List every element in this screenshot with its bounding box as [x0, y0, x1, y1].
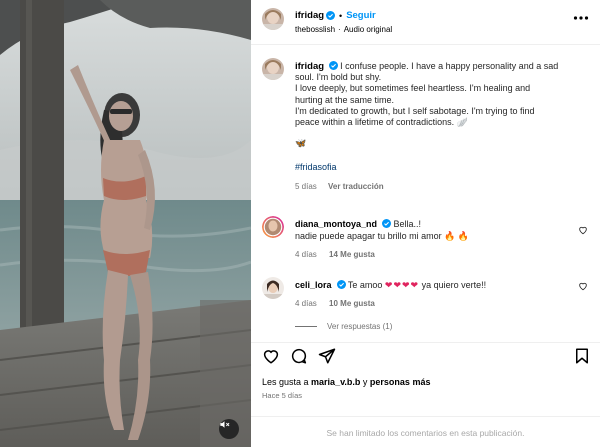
commenter-avatar[interactable]	[262, 216, 284, 238]
view-replies-label: Ver respuestas (1)	[327, 322, 393, 331]
likes-summary: Les gusta a maria_v.b.b y personas más	[262, 377, 430, 387]
likes-others[interactable]: personas más	[370, 377, 431, 387]
caption-line: soul. I'm bold but shy.	[295, 72, 382, 83]
comment-time[interactable]: 4 días	[295, 250, 317, 259]
caption-avatar[interactable]	[262, 58, 284, 80]
follow-button[interactable]: Seguir	[346, 10, 376, 21]
caption-line: I love deeply, but sometimes feel heartl…	[295, 83, 531, 94]
comments-feed[interactable]: ifridag I confuse people. I have a happy…	[251, 46, 600, 341]
liker-username[interactable]: maria_v.b.b	[311, 377, 360, 387]
author-username[interactable]: ifridag	[295, 10, 324, 21]
author-avatar[interactable]	[262, 8, 284, 30]
heart-icon[interactable]	[262, 347, 280, 365]
post-time-ago[interactable]: Hace 5 días	[262, 391, 302, 400]
post-header: ifridag • Seguir thebosslish · Audio origi…	[251, 0, 600, 45]
verified-badge-icon	[326, 11, 336, 20]
caption-line: hurting at the same time.	[295, 94, 395, 105]
like-comment-heart-icon[interactable]	[578, 281, 588, 291]
commenter-username[interactable]: celi_lora	[295, 280, 332, 290]
comment-time[interactable]: 4 días	[295, 299, 317, 308]
post-video[interactable]	[0, 0, 251, 447]
replies-divider	[295, 326, 317, 327]
caption-emoji: 🦋	[295, 138, 307, 149]
comment-text: nadie puede apagar tu brillo mi amor 🔥 🔥	[295, 231, 470, 241]
more-options-icon[interactable]	[573, 14, 589, 22]
caption-hashtag[interactable]: #fridasofia	[295, 162, 591, 173]
caption-line: I confuse people. I have a happy persona…	[340, 61, 559, 71]
comment-text: ya quiero verte!!	[421, 280, 487, 290]
likes-prefix: Les gusta a	[262, 377, 312, 387]
verified-badge-icon	[336, 280, 346, 289]
comments-limited-notice: Se han limitado los comentarios en esta …	[251, 416, 600, 447]
header-separator: •	[339, 10, 343, 21]
comment-likes[interactable]: 14 Me gusta	[329, 250, 375, 259]
caption-line: peace within a lifetime of contradiction…	[295, 117, 468, 128]
mute-button[interactable]	[219, 419, 239, 439]
video-frame	[0, 0, 251, 447]
comment-text: Te amoo	[347, 280, 383, 290]
see-translation-button[interactable]: Ver traducción	[328, 182, 384, 191]
verified-badge-icon	[382, 219, 392, 228]
commenter-avatar[interactable]	[262, 277, 284, 299]
likes-middle: y	[360, 377, 370, 387]
post-actions: Les gusta a maria_v.b.b y personas más H…	[251, 342, 600, 447]
caption-username[interactable]: ifridag	[295, 61, 324, 72]
caption-line: I'm dedicated to growth, but I self sabo…	[295, 105, 535, 116]
audio-separator: ·	[338, 25, 341, 34]
audio-owner[interactable]: thebosslish	[295, 25, 335, 34]
view-replies-button[interactable]: Ver respuestas (1)	[295, 322, 392, 331]
audio-label[interactable]: Audio original	[344, 25, 392, 34]
commenter-username[interactable]: diana_montoya_nd	[295, 219, 377, 229]
comment-likes[interactable]: 10 Me gusta	[329, 299, 375, 308]
bookmark-icon[interactable]	[573, 347, 591, 365]
verified-badge-icon	[328, 61, 338, 70]
comment-text: Bella..!	[393, 219, 422, 229]
muted-speaker-icon	[220, 421, 230, 428]
post-details-panel: ifridag • Seguir thebosslish · Audio origi…	[251, 0, 600, 447]
caption-time[interactable]: 5 días	[295, 182, 317, 191]
paper-plane-icon[interactable]	[318, 347, 336, 365]
comment-hearts: ❤❤❤❤	[384, 280, 420, 290]
like-comment-heart-icon[interactable]	[578, 225, 588, 235]
comment-icon[interactable]	[290, 347, 308, 365]
